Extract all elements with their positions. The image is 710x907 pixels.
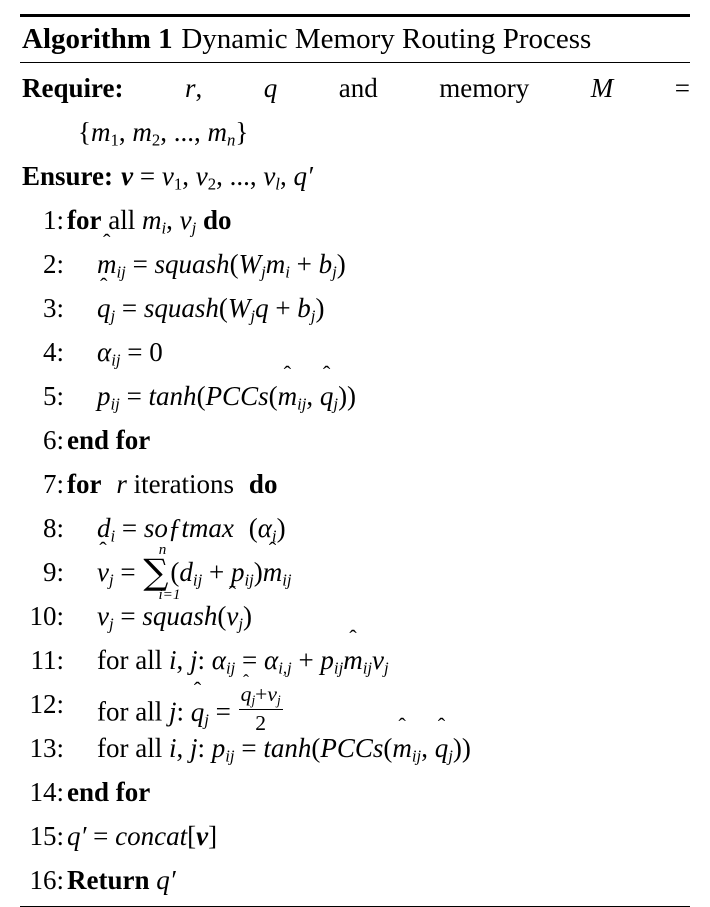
algorithm-step: 1: for all mi, vj do [20, 198, 690, 242]
line-number: 13: [29, 733, 64, 763]
require-continuation-line: {m1, m2, ..., mn} [20, 110, 690, 154]
algorithm-step: 6: end for [20, 418, 690, 462]
algorithm-step: 5: pij = tanh(PCCs(m̂ij, q̂j)) [20, 374, 690, 418]
line-content: for r iterations do [67, 469, 278, 499]
line-content: q′ = concat[v] [67, 821, 218, 851]
algorithm-step: 8: di = soƒtmax (αi) [20, 506, 690, 550]
line-number: 4: [42, 337, 64, 367]
ensure-line: Ensure: v = v1, v2, ..., vl, q′ [20, 154, 690, 198]
algorithm-step: 14: end for [20, 770, 690, 814]
line-content: Return q′ [67, 865, 176, 895]
line-number: 5: [42, 381, 64, 411]
line-number: 2: [42, 249, 64, 279]
ensure-label: Ensure: [22, 161, 114, 191]
line-content: end for [67, 777, 151, 807]
line-number: 10: [29, 601, 64, 631]
require-token-equals: = [674, 73, 690, 103]
line-number: 6: [42, 425, 64, 455]
algorithm-step: 3: q̂j = squash(Wjq + bj) [20, 286, 690, 330]
line-number: 11: [30, 645, 65, 675]
require-token-q: q [263, 73, 278, 103]
algorithm-step: 2: m̂ij = squash(Wjmi + bj) [20, 242, 690, 286]
algorithm-label: Algorithm 1 [22, 23, 173, 55]
require-line: Require: r, q and memory M = [20, 66, 690, 110]
algorithm-body: Require: r, q and memory M = {m1, m2, ..… [20, 63, 690, 906]
line-number: 14: [29, 777, 64, 807]
line-number: 12: [29, 689, 64, 719]
require-token-r: r, [185, 73, 203, 103]
require-label: Require: [22, 73, 124, 103]
algorithm-step: 10: vj = squash(v̂j) [20, 594, 690, 638]
algorithm-step: 12: for all j: q̂j = q̂j+vj2 [20, 682, 690, 735]
algorithm-step: 7: for r iterations do [20, 462, 690, 506]
algorithm-step: 11: for all i, j: αij = αi,j + pijm̂ijvj [20, 638, 690, 682]
algorithm-title: Algorithm 1 Dynamic Memory Routing Proces… [20, 17, 690, 62]
require-justified-row: Require: r, q and memory M = [22, 66, 690, 110]
line-number: 15: [29, 821, 64, 851]
algorithm-step: 9: v̂j = ∑ni=1(dij + pij)m̂ij [20, 542, 690, 603]
summation-symbol: ∑ n i=1 [143, 542, 181, 603]
algorithm-title-text: Dynamic Memory Routing Process [181, 23, 592, 55]
line-content: end for [67, 425, 151, 455]
algorithm-step: 16: Return q′ [20, 858, 690, 902]
line-number: 7: [42, 469, 64, 499]
require-token-M: M [590, 73, 614, 103]
line-number: 16: [29, 865, 64, 895]
line-number: 1: [42, 205, 64, 235]
algorithm-step: 13: for all i, j: pij = tanh(PCCs(m̂ij, … [20, 726, 690, 770]
require-token-and: and [338, 73, 378, 103]
line-number: 9: [42, 557, 64, 587]
line-number: 3: [42, 293, 64, 323]
line-number: 8: [42, 513, 64, 543]
algorithm-block: Algorithm 1 Dynamic Memory Routing Proces… [20, 14, 690, 907]
algorithm-step: 4: αij = 0 [20, 330, 690, 374]
algorithm-step: 15: q′ = concat[v] [20, 814, 690, 858]
return-keyword: Return [67, 865, 150, 895]
require-token-memory: memory [439, 73, 530, 103]
